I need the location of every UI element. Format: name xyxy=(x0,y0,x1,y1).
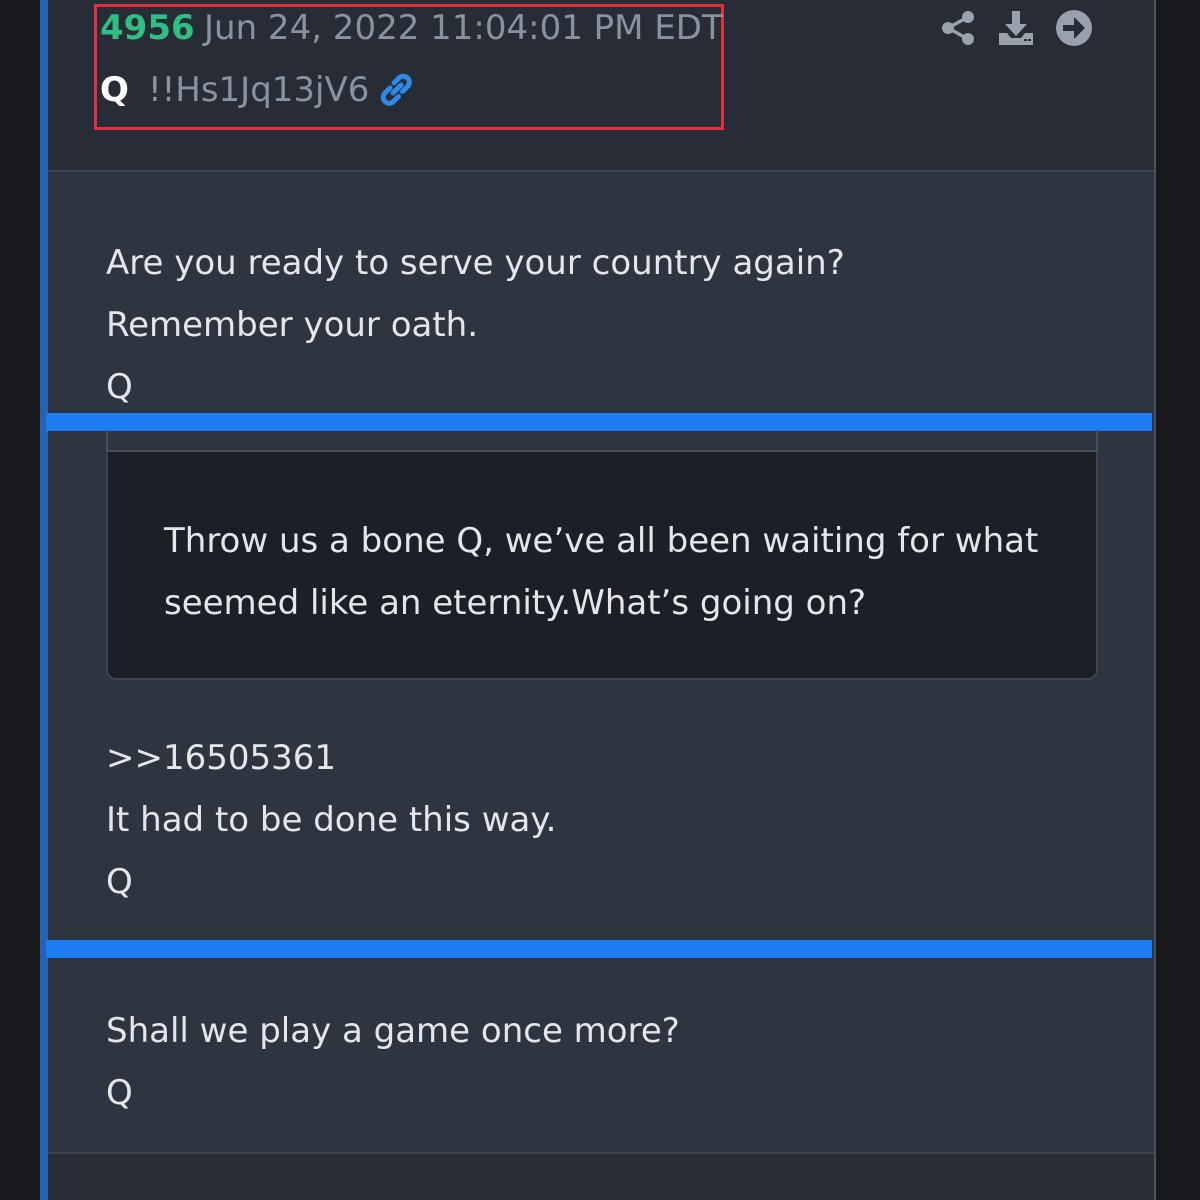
message-line: It had to be done this way. xyxy=(106,800,557,840)
quote-line: Throw us a bone Q, we’ve all been waitin… xyxy=(164,521,1039,561)
post-separator xyxy=(46,413,1152,431)
share-icon[interactable] xyxy=(938,8,978,48)
message-signature: Q xyxy=(106,1073,133,1113)
message-signature: Q xyxy=(106,367,133,407)
post-separator xyxy=(46,940,1152,958)
quote-border-right xyxy=(1096,430,1098,452)
reply-link[interactable]: >>16505361 xyxy=(106,727,336,789)
next-arrow-icon[interactable] xyxy=(1054,8,1094,48)
post-header: 4956 Jun 24, 2022 11:04:01 PM EDT Q !!Hs… xyxy=(48,0,1154,172)
post-card: 4956 Jun 24, 2022 11:04:01 PM EDT Q !!Hs… xyxy=(46,0,1156,1200)
page: 4956 Jun 24, 2022 11:04:01 PM EDT Q !!Hs… xyxy=(0,0,1200,1200)
link-icon[interactable] xyxy=(376,70,416,110)
quoted-message: Throw us a bone Q, we’ve all been waitin… xyxy=(106,452,1098,680)
download-icon[interactable] xyxy=(996,8,1036,48)
post-footer xyxy=(48,1154,1154,1200)
quote-border-left xyxy=(106,430,108,452)
post-date: Jun 24, 2022 11:04:01 PM EDT xyxy=(204,8,723,48)
quote-line: seemed like an eternity.What’s going on? xyxy=(164,583,867,623)
left-accent-bar xyxy=(40,0,48,1200)
message-line: Are you ready to serve your country agai… xyxy=(106,243,845,283)
post-number[interactable]: 4956 xyxy=(100,8,195,48)
message-line: Remember your oath. xyxy=(106,305,479,345)
message-line: Shall we play a game once more? xyxy=(106,1011,680,1051)
tripcode: !!Hs1Jq13jV6 xyxy=(148,70,370,110)
author-name: Q xyxy=(100,70,129,110)
message-signature: Q xyxy=(106,862,133,902)
